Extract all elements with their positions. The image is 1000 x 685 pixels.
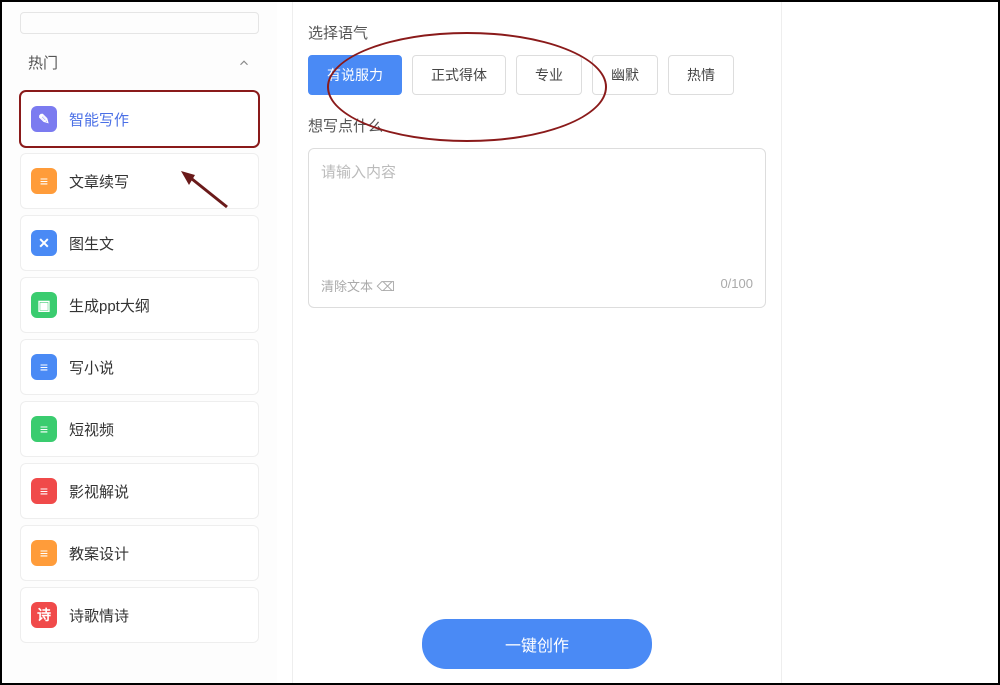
tone-persuasive[interactable]: 有说服力 xyxy=(308,55,402,95)
tone-label: 选择语气 xyxy=(308,22,766,43)
doc-icon: ≡ xyxy=(31,168,57,194)
sidebar: 热门 ✎ 智能写作 ≡ 文章续写 ✕ 图生文 ▣ 生成ppt大纲 ≡ 写小说 ≡… xyxy=(2,2,277,683)
clear-text-button[interactable]: 清除文本 ⌫ xyxy=(321,276,395,295)
tone-formal[interactable]: 正式得体 xyxy=(412,55,506,95)
doc-icon: ≡ xyxy=(31,416,57,442)
doc-icon: ≡ xyxy=(31,540,57,566)
content-label: 想写点什么 xyxy=(308,115,766,136)
category-hot[interactable]: 热门 xyxy=(20,42,259,83)
sidebar-item-novel[interactable]: ≡ 写小说 xyxy=(20,339,259,395)
sidebar-item-label: 图生文 xyxy=(69,233,114,254)
slide-icon: ▣ xyxy=(31,292,57,318)
sidebar-item-label: 文章续写 xyxy=(69,171,129,192)
tone-enthusiastic[interactable]: 热情 xyxy=(668,55,734,95)
sidebar-item-label: 短视频 xyxy=(69,419,114,440)
image-icon: ✕ xyxy=(31,230,57,256)
sidebar-item-label: 写小说 xyxy=(69,357,114,378)
sidebar-item-continue-writing[interactable]: ≡ 文章续写 xyxy=(20,153,259,209)
tone-humor[interactable]: 幽默 xyxy=(592,55,658,95)
sidebar-item-movie-commentary[interactable]: ≡ 影视解说 xyxy=(20,463,259,519)
sidebar-item-label: 智能写作 xyxy=(69,109,129,130)
sidebar-item-lesson-plan[interactable]: ≡ 教案设计 xyxy=(20,525,259,581)
tone-group: 有说服力 正式得体 专业 幽默 热情 xyxy=(308,55,766,95)
create-button[interactable]: 一键创作 xyxy=(422,619,652,669)
doc-icon: ≡ xyxy=(31,478,57,504)
doc-pen-icon: ✎ xyxy=(31,106,57,132)
char-counter: 0/100 xyxy=(720,276,753,295)
search-input[interactable] xyxy=(20,12,259,34)
main-panel: 选择语气 有说服力 正式得体 专业 幽默 热情 想写点什么 清除文本 ⌫ 0/1… xyxy=(292,2,782,683)
tone-professional[interactable]: 专业 xyxy=(516,55,582,95)
sidebar-item-label: 教案设计 xyxy=(69,543,129,564)
sidebar-item-short-video[interactable]: ≡ 短视频 xyxy=(20,401,259,457)
category-label: 热门 xyxy=(28,52,58,73)
sidebar-item-label: 生成ppt大纲 xyxy=(69,295,150,316)
editor-wrap: 清除文本 ⌫ 0/100 xyxy=(308,148,766,308)
sidebar-item-ppt-outline[interactable]: ▣ 生成ppt大纲 xyxy=(20,277,259,333)
sidebar-item-poetry[interactable]: 诗 诗歌情诗 xyxy=(20,587,259,643)
chevron-up-icon xyxy=(237,56,251,70)
poem-icon: 诗 xyxy=(31,602,57,628)
sidebar-item-label: 诗歌情诗 xyxy=(69,605,129,626)
content-textarea[interactable] xyxy=(321,161,753,271)
doc-icon: ≡ xyxy=(31,354,57,380)
sidebar-item-label: 影视解说 xyxy=(69,481,129,502)
sidebar-item-smart-writing[interactable]: ✎ 智能写作 xyxy=(20,91,259,147)
sidebar-item-image-to-text[interactable]: ✕ 图生文 xyxy=(20,215,259,271)
menu-list: ✎ 智能写作 ≡ 文章续写 ✕ 图生文 ▣ 生成ppt大纲 ≡ 写小说 ≡ 短视… xyxy=(20,91,259,643)
